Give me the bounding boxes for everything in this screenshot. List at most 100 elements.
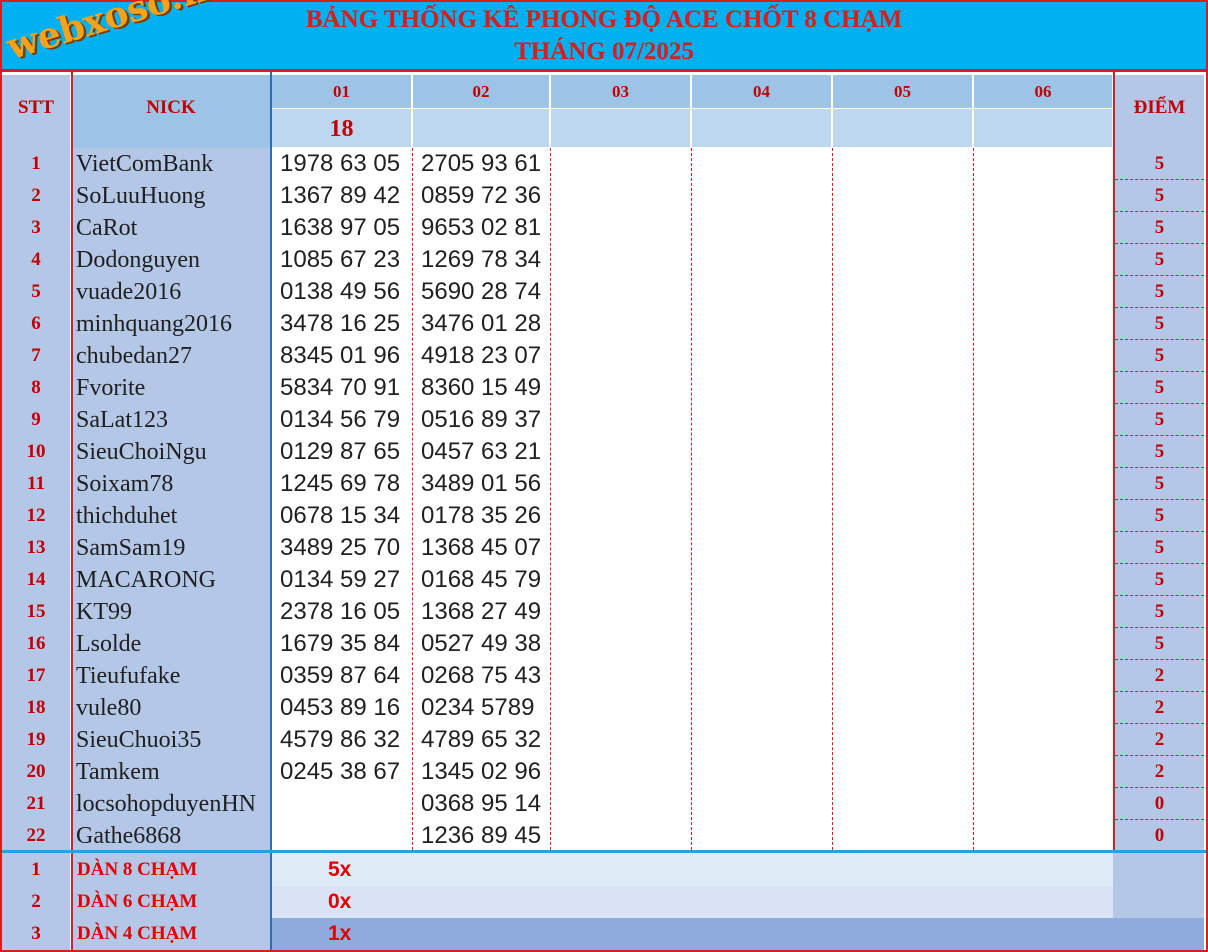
row-pick-day1: 0453 89 16	[280, 694, 401, 721]
row-pick-day1: 0134 56 79	[280, 406, 401, 433]
row-diem: 5	[1115, 596, 1204, 628]
footer-stt: 1	[2, 853, 70, 886]
row-pick-day1: 0129 87 65	[280, 438, 401, 465]
row-nick: SieuChoiNgu	[76, 439, 207, 465]
row-pick-day2: 1345 02 96	[421, 758, 542, 785]
row-stt: 10	[26, 441, 46, 462]
row-pick-day2: 5690 28 74	[421, 278, 542, 305]
row-stt: 5	[31, 281, 41, 302]
row-nick: SamSam19	[76, 535, 186, 561]
row-diem: 5	[1115, 564, 1204, 596]
row-nick: Tieufufake	[76, 663, 181, 689]
row-pick-day1: 2378 16 05	[280, 598, 401, 625]
row-pick-day2: 4789 65 32	[421, 726, 542, 753]
row-stt: 7	[31, 345, 41, 366]
footer-diem-cell	[1113, 853, 1204, 886]
day-header: 05	[894, 82, 911, 101]
row-pick-day2: 1236 89 45	[421, 822, 542, 849]
footer-diem-cell	[1113, 886, 1204, 918]
row-diem: 2	[1115, 756, 1204, 788]
row-pick-day1: 0138 49 56	[280, 278, 401, 305]
day-result-cell	[551, 109, 691, 147]
divider	[412, 148, 413, 850]
row-stt: 21	[26, 793, 46, 814]
row-diem: 5	[1115, 404, 1204, 436]
nick-header: NICK	[146, 97, 196, 118]
row-pick-day1: 1978 63 05	[280, 150, 401, 177]
day-header-cell: 03	[551, 75, 691, 108]
row-pick-day2: 0859 72 36	[421, 182, 542, 209]
row-diem: 5	[1115, 244, 1204, 276]
day-result-cell	[833, 109, 973, 147]
page-subtitle: THÁNG 07/2025	[514, 38, 694, 65]
diem-header-cell: ĐIỂM	[1115, 75, 1204, 148]
row-stt: 8	[31, 377, 41, 398]
row-nick: chubedan27	[76, 343, 192, 369]
row-diem: 2	[1115, 660, 1204, 692]
row-nick: MACARONG	[76, 567, 217, 593]
row-stt: 14	[26, 569, 46, 590]
row-nick: Lsolde	[76, 631, 142, 657]
row-stt: 16	[26, 633, 46, 654]
row-stt: 9	[31, 409, 41, 430]
row-pick-day1: 0134 59 27	[280, 566, 401, 593]
row-pick-day1: 0678 15 34	[280, 502, 401, 529]
row-diem: 5	[1115, 340, 1204, 372]
divider	[973, 148, 974, 850]
row-stt: 19	[26, 729, 46, 750]
row-diem: 5	[1115, 308, 1204, 340]
day-result-cell	[692, 109, 832, 147]
footer-label: DÀN 8 CHẠM	[73, 853, 270, 886]
row-diem: 5	[1115, 212, 1204, 244]
row-diem: 5	[1115, 500, 1204, 532]
row-pick-day2: 0268 75 43	[421, 662, 542, 689]
divider	[832, 148, 833, 850]
row-stt: 22	[26, 825, 46, 846]
row-pick-day2: 0516 89 37	[421, 406, 542, 433]
row-stt: 1	[31, 153, 41, 174]
footer-stt: 3	[2, 918, 70, 950]
row-pick-day1: 1367 89 42	[280, 182, 401, 209]
row-nick: SieuChuoi35	[76, 727, 202, 753]
footer-value: 1x	[328, 922, 352, 945]
footer-value: 0x	[328, 890, 352, 913]
row-pick-day1: 0359 87 64	[280, 662, 401, 689]
row-stt: 17	[26, 665, 46, 686]
row-diem: 5	[1115, 436, 1204, 468]
row-pick-day2: 1368 27 49	[421, 598, 542, 625]
row-pick-day2: 1269 78 34	[421, 246, 542, 273]
divider	[550, 148, 551, 850]
row-pick-day1: 1085 67 23	[280, 246, 401, 273]
row-nick: locsohopduyenHN	[76, 791, 256, 817]
row-pick-day1: 1638 97 05	[280, 214, 401, 241]
row-diem: 5	[1115, 276, 1204, 308]
row-nick: SaLat123	[76, 407, 168, 433]
row-pick-day1: 0245 38 67	[280, 758, 401, 785]
day-header-cell: 05	[833, 75, 973, 108]
row-pick-day2: 2705 93 61	[421, 150, 542, 177]
row-pick-day2: 8360 15 49	[421, 374, 542, 401]
row-pick-day2: 0168 45 79	[421, 566, 542, 593]
footer-label: DÀN 4 CHẠM	[73, 918, 270, 950]
day-header: 04	[753, 82, 770, 101]
day-header: 06	[1034, 82, 1052, 101]
day-result: 18	[329, 116, 354, 142]
row-stt: 11	[27, 473, 45, 494]
day-header-cell: 02	[413, 75, 550, 108]
stt-header-cell: STT	[2, 75, 70, 148]
row-pick-day2: 0457 63 21	[421, 438, 542, 465]
row-nick: vuade2016	[76, 279, 182, 305]
row-pick-day2: 0368 95 14	[421, 790, 542, 817]
day-header: 03	[612, 82, 629, 101]
row-diem: 5	[1115, 532, 1204, 564]
row-diem: 0	[1115, 820, 1204, 852]
row-stt: 2	[31, 185, 41, 206]
row-pick-day2: 3489 01 56	[421, 470, 542, 497]
day-header-cell: 06	[974, 75, 1113, 108]
row-stt: 4	[31, 249, 41, 270]
divider	[691, 148, 692, 850]
row-diem: 2	[1115, 692, 1204, 724]
row-nick: vule80	[76, 695, 142, 721]
row-pick-day1	[280, 788, 410, 820]
row-stt: 15	[26, 601, 46, 622]
